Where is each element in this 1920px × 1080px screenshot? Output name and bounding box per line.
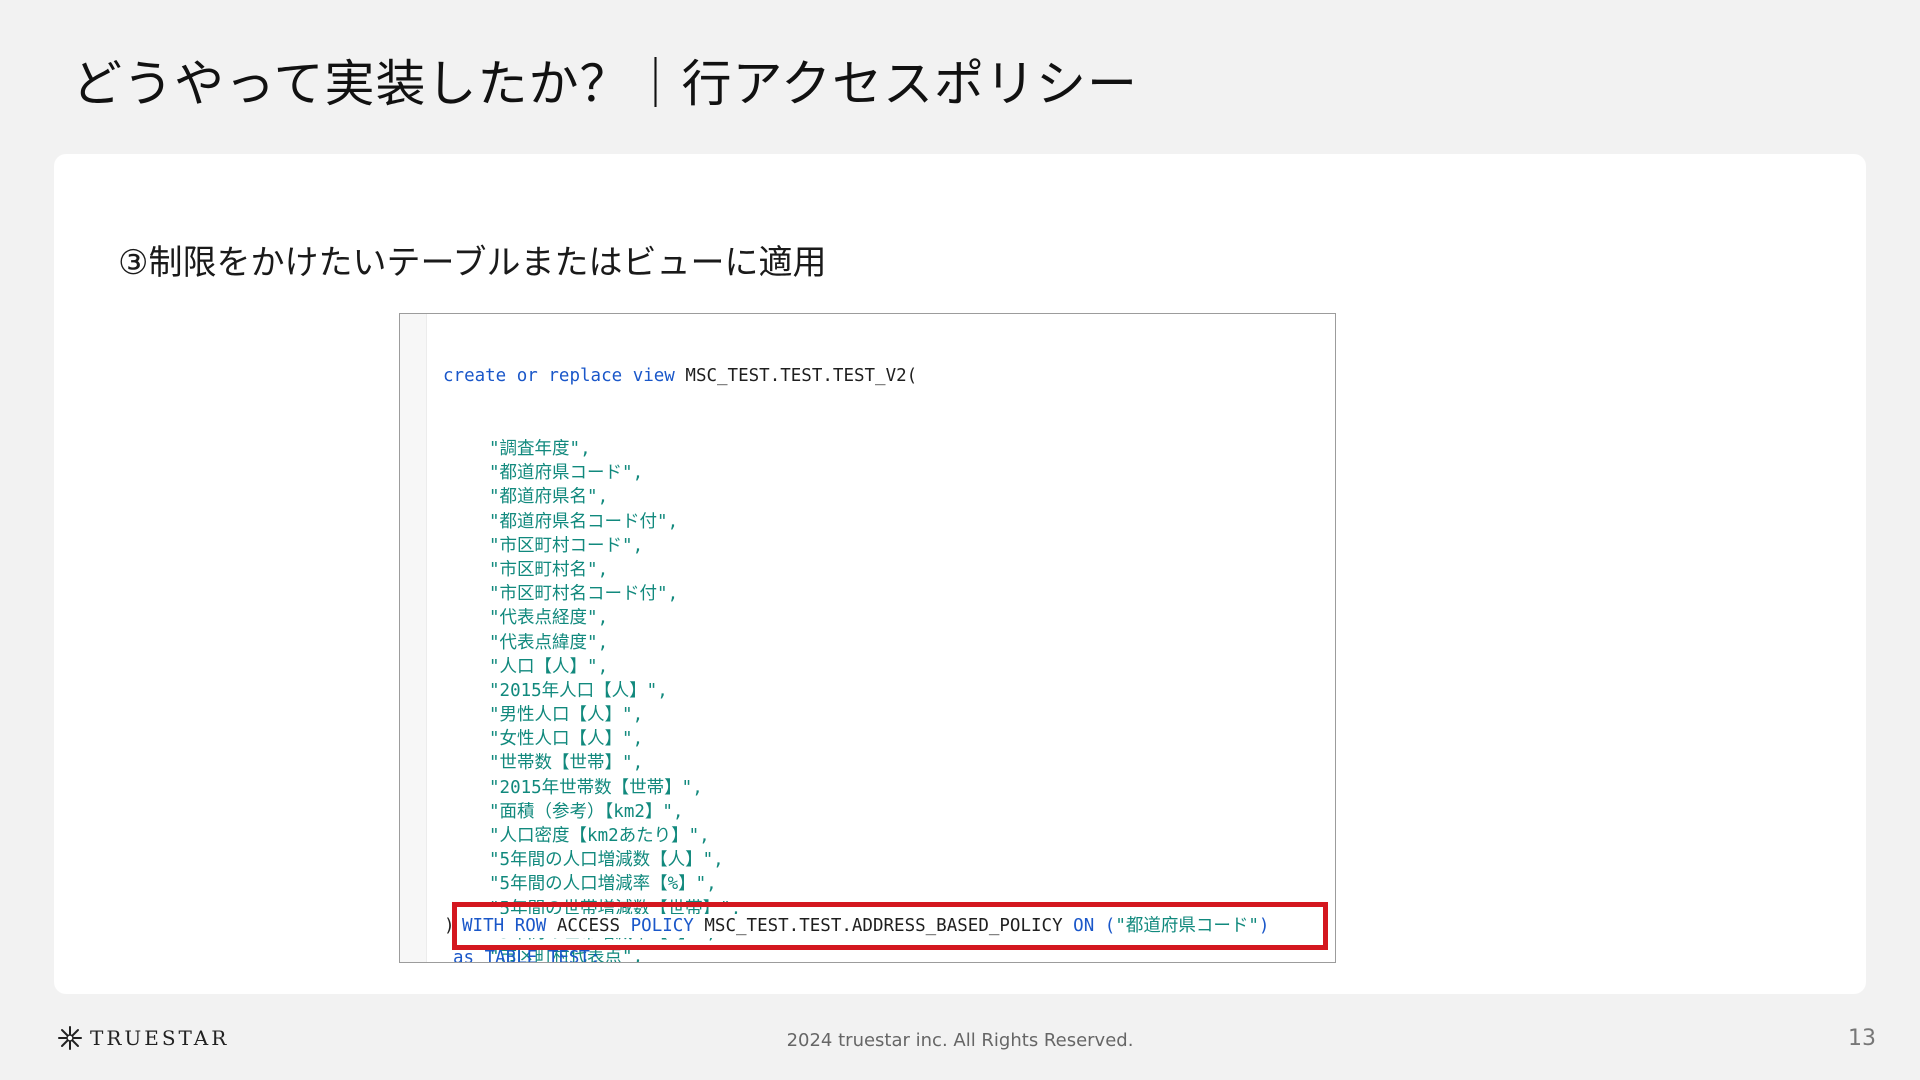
column-name: "面積（参考）【km2】", (489, 801, 684, 822)
keyword-or: or (516, 366, 538, 387)
column-name: "代表点緯度", (489, 632, 609, 653)
keyword-create: create (443, 366, 507, 387)
column-name: "2015年人口【人】", (489, 680, 668, 701)
code-screenshot: create or replace view MSC_TEST.TEST.TES… (399, 313, 1336, 963)
view-name: MSC_TEST.TEST.TEST_V2( (685, 366, 918, 387)
page-number: 13 (1848, 1026, 1876, 1051)
code-gutter (400, 314, 427, 962)
keyword-view: view (632, 366, 675, 387)
code-line-column: "5年間の人口増減数【人】", (443, 848, 1331, 872)
code-lines: create or replace view MSC_TEST.TEST.TES… (443, 316, 1331, 962)
column-name: "5年間の人口増減数【人】", (489, 850, 724, 871)
column-name: "代表点経度", (489, 608, 609, 629)
code-line-column: "代表点緯度", (443, 631, 1331, 655)
column-name: "人口【人】", (489, 656, 609, 677)
code-line-column: "人口密度【km2あたり】", (443, 824, 1331, 848)
keyword-replace: replace (548, 366, 623, 387)
code-line-column: "都道府県コード", (443, 461, 1331, 485)
code-line-column: "5年間の人口増減率【%】", (443, 872, 1331, 896)
column-name: "女性人口【人】", (489, 729, 644, 750)
code-line-column: "市区町村コード", (443, 534, 1331, 558)
column-name: "世帯数【世帯】", (489, 753, 644, 774)
copyright-text: 2024 truestar inc. All Rights Reserved. (786, 1030, 1134, 1051)
column-name: "都道府県コード", (489, 463, 644, 484)
column-name: "2015年世帯数【世帯】", (489, 777, 703, 798)
code-line-column: "女性人口【人】", (443, 727, 1331, 751)
code-line-column: "面積（参考）【km2】", (443, 800, 1331, 824)
code-line-column: "都道府県名", (443, 485, 1331, 509)
column-name: "5年間の人口増減率【%】", (489, 874, 717, 895)
code-line-column: "市区町村名コード付", (443, 582, 1331, 606)
step-heading: ③制限をかけたいテーブルまたはビューに適用 (118, 243, 827, 283)
slide-title: どうやって実装したか？｜行アクセスポリシー (72, 55, 1138, 113)
column-name: "市区町村名", (489, 559, 609, 580)
code-line-column: "2015年人口【人】", (443, 679, 1331, 703)
code-line-create-view: create or replace view MSC_TEST.TEST.TES… (443, 364, 1331, 388)
column-name: "市区町村コード", (489, 535, 644, 556)
code-line-column: "人口【人】", (443, 655, 1331, 679)
code-line-column: "調査年度", (443, 437, 1331, 461)
column-name: "男性人口【人】", (489, 705, 644, 726)
column-name: "都道府県名", (489, 487, 609, 508)
code-line-column: "代表点経度", (443, 606, 1331, 630)
code-line-column: "2015年世帯数【世帯】", (443, 776, 1331, 800)
code-last-line: as TABLE TEST; (453, 948, 601, 962)
code-line-column: "世帯数【世帯】", (443, 751, 1331, 775)
code-line-column: "都道府県名コード付", (443, 510, 1331, 534)
column-name: "市区町村名コード付", (489, 584, 679, 605)
code-line-column: "男性人口【人】", (443, 703, 1331, 727)
column-name: "調査年度", (489, 439, 591, 459)
code-line-column: "市区町村名", (443, 558, 1331, 582)
column-name: "人口密度【km2あたり】", (489, 826, 710, 846)
highlight-box (452, 902, 1328, 950)
column-name: "都道府県名コード付", (489, 511, 679, 532)
